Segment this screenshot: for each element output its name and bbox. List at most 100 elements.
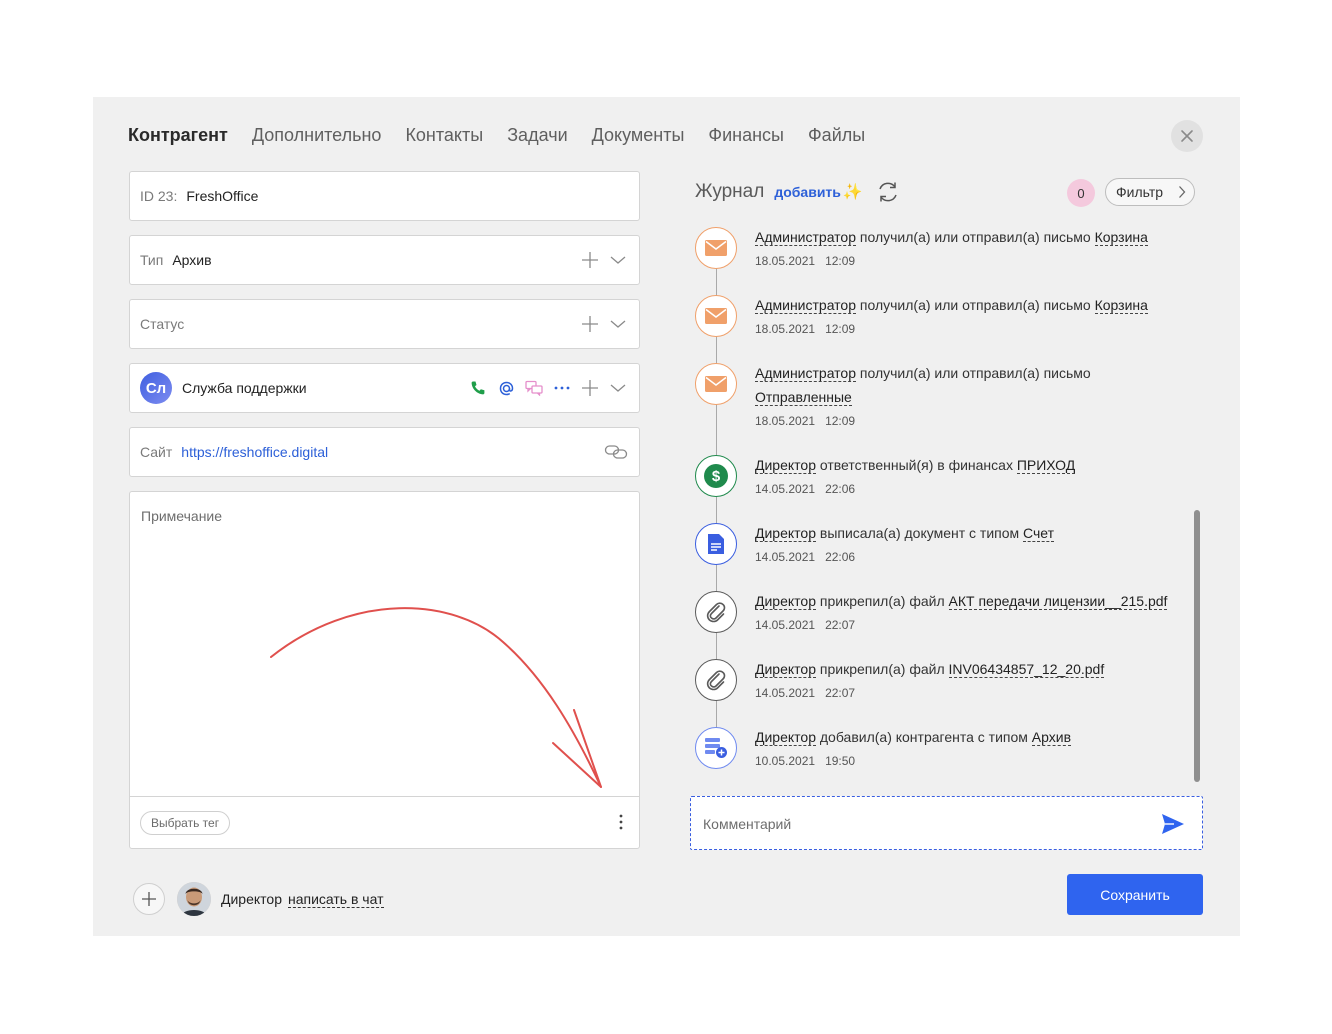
site-field[interactable]: Сайт https://freshoffice.digital — [129, 427, 640, 477]
add-contractor-icon — [695, 727, 737, 769]
message-button[interactable] — [523, 377, 545, 399]
event-date: 18.05.2021 — [755, 414, 816, 428]
event-actor-link[interactable]: Директор — [755, 525, 816, 542]
event-action: получил(а) или отправил(а) письмо — [859, 229, 1091, 245]
event-actor-link[interactable]: Администратор — [755, 297, 857, 314]
event-object-link[interactable]: ПРИХОД — [1016, 457, 1076, 474]
save-button[interactable]: Сохранить — [1067, 874, 1203, 915]
close-icon — [1181, 130, 1193, 142]
type-dropdown-button[interactable] — [607, 249, 629, 271]
event-object-link[interactable]: Архив — [1031, 729, 1072, 746]
status-add-button[interactable] — [579, 313, 601, 335]
more-actions-button[interactable] — [551, 377, 573, 399]
event-action: ответственный(я) в финансах — [819, 457, 1013, 473]
event-object-link[interactable]: АКТ передачи лицензии__215.pdf — [948, 593, 1168, 610]
close-button[interactable] — [1171, 120, 1203, 152]
mail-icon — [695, 363, 737, 405]
event-object-link[interactable]: Корзина — [1094, 297, 1148, 314]
event-time: 12:09 — [825, 322, 856, 336]
event-text: Директор ответственный(я) в финансах ПРИ… — [755, 453, 1175, 501]
event-object-link[interactable]: Корзина — [1094, 229, 1148, 246]
chevron-down-icon — [610, 384, 626, 392]
event-text: Директор прикрепил(а) файл АКТ передачи … — [755, 589, 1175, 637]
tab-documents[interactable]: Документы — [592, 125, 685, 149]
responsible-dropdown-button[interactable] — [607, 377, 629, 399]
send-icon — [1162, 814, 1184, 834]
type-field[interactable]: Тип Архив — [129, 235, 640, 285]
event-text: Администратор получил(а) или отправил(а)… — [755, 225, 1175, 273]
event-actor-link[interactable]: Директор — [755, 457, 816, 474]
email-button[interactable] — [495, 377, 517, 399]
paperclip-icon — [695, 659, 737, 701]
note-menu-button[interactable] — [615, 812, 627, 832]
event-object-link[interactable]: INV06434857_12_20.pdf — [948, 661, 1105, 678]
type-value: Архив — [172, 252, 212, 268]
status-dropdown-button[interactable] — [607, 313, 629, 335]
link-icon — [604, 445, 628, 459]
event-datetime: 18.05.2021 12:09 — [755, 249, 1175, 273]
select-tag-button[interactable]: Выбрать тег — [140, 811, 231, 835]
event-date: 14.05.2021 — [755, 618, 816, 632]
copy-link-button[interactable] — [603, 441, 629, 463]
contractor-card: Контрагент Дополнительно Контакты Задачи… — [93, 97, 1240, 936]
author-bar: Директор написать в чат — [133, 882, 384, 916]
event-actor-link[interactable]: Администратор — [755, 229, 857, 246]
site-label: Сайт — [140, 444, 173, 460]
tab-bar: Контрагент Дополнительно Контакты Задачи… — [128, 125, 865, 149]
tab-contractor[interactable]: Контрагент — [128, 125, 228, 149]
document-icon — [695, 523, 737, 565]
finance-icon: $ — [695, 455, 737, 497]
comment-input[interactable] — [701, 813, 1145, 835]
type-add-button[interactable] — [579, 249, 601, 271]
journal-counter-badge[interactable]: 0 — [1067, 179, 1095, 207]
event-datetime: 14.05.2021 22:06 — [755, 545, 1175, 569]
event-text: Администратор получил(а) или отправил(а)… — [755, 361, 1175, 433]
note-area[interactable]: Примечание Выбрать тег — [129, 491, 640, 849]
event-actor-link[interactable]: Директор — [755, 661, 816, 678]
send-comment-button[interactable] — [1160, 811, 1186, 837]
tab-contacts[interactable]: Контакты — [405, 125, 483, 149]
event-time: 22:07 — [825, 618, 856, 632]
responsible-field[interactable]: Сл Служба поддержки — [129, 363, 640, 413]
event-object-link[interactable]: Счет — [1023, 525, 1055, 542]
filter-button[interactable]: Фильтр — [1105, 178, 1195, 206]
add-participant-button[interactable] — [133, 883, 165, 915]
phone-icon — [471, 381, 485, 395]
tab-tasks[interactable]: Задачи — [507, 125, 567, 149]
chevron-down-icon — [610, 256, 626, 264]
tab-additional[interactable]: Дополнительно — [252, 125, 382, 149]
event-time: 22:07 — [825, 686, 856, 700]
journal-scrollbar[interactable] — [1194, 510, 1200, 782]
event-object-link[interactable]: Отправленные — [755, 389, 852, 406]
call-button[interactable] — [467, 377, 489, 399]
write-to-chat-link[interactable]: написать в чат — [287, 891, 384, 908]
event-date: 14.05.2021 — [755, 686, 816, 700]
event-time: 12:09 — [825, 254, 856, 268]
responsible-add-button[interactable] — [579, 377, 601, 399]
paperclip-icon — [695, 591, 737, 633]
event-date: 14.05.2021 — [755, 482, 816, 496]
status-field[interactable]: Статус — [129, 299, 640, 349]
event-datetime: 14.05.2021 22:06 — [755, 477, 1175, 501]
refresh-button[interactable] — [875, 179, 901, 205]
plus-icon — [582, 380, 598, 396]
event-datetime: 18.05.2021 12:09 — [755, 409, 1175, 433]
site-link[interactable]: https://freshoffice.digital — [181, 444, 328, 460]
event-datetime: 14.05.2021 22:07 — [755, 613, 1175, 637]
filter-label: Фильтр — [1116, 184, 1164, 200]
event-action: прикрепил(а) файл — [819, 593, 945, 609]
journal-header: Журнал добавить ✨ — [695, 179, 901, 205]
note-footer: Выбрать тег — [130, 796, 639, 848]
chevron-down-icon — [610, 320, 626, 328]
tab-files[interactable]: Файлы — [808, 125, 865, 149]
tab-finances[interactable]: Финансы — [708, 125, 784, 149]
id-field[interactable]: ID 23: FreshOffice — [129, 171, 640, 221]
event-actor-link[interactable]: Директор — [755, 593, 816, 610]
chat-bubbles-icon — [525, 380, 543, 396]
event-date: 18.05.2021 — [755, 254, 816, 268]
refresh-icon — [879, 182, 897, 202]
journal-add-link[interactable]: добавить — [774, 184, 841, 200]
event-datetime: 18.05.2021 12:09 — [755, 317, 1175, 341]
event-actor-link[interactable]: Директор — [755, 729, 816, 746]
event-actor-link[interactable]: Администратор — [755, 365, 857, 382]
